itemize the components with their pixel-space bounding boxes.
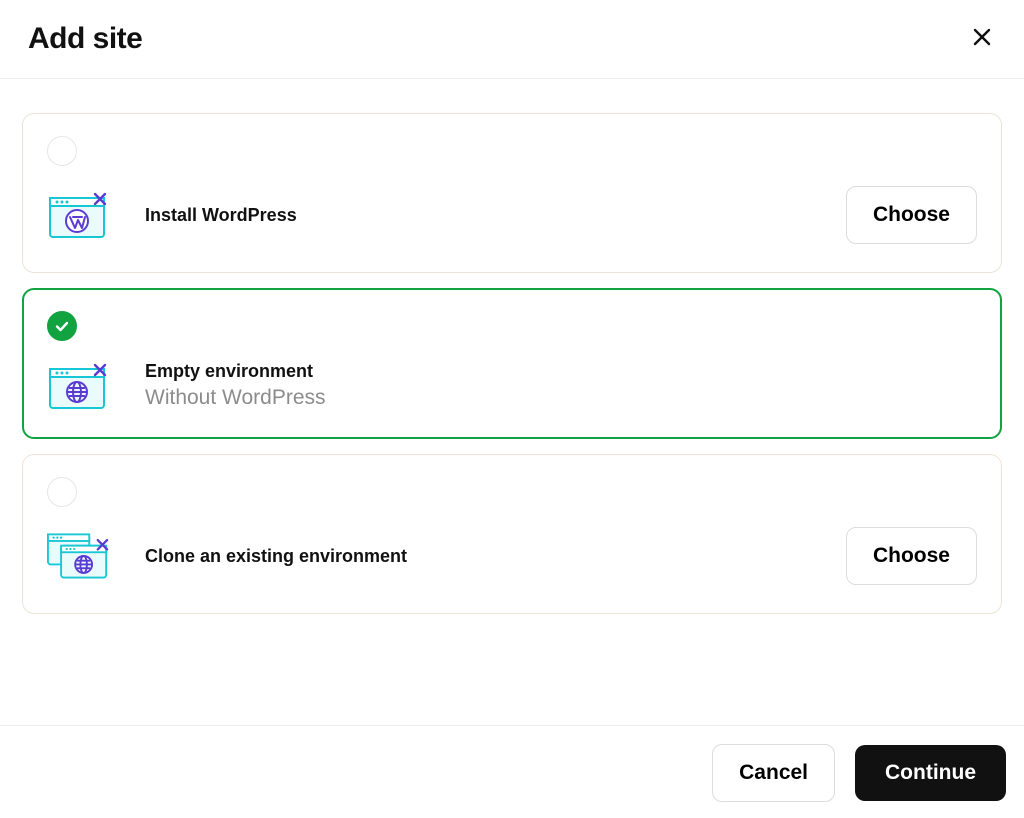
option-labels: Empty environment Without WordPress: [145, 361, 977, 410]
modal-header: Add site: [0, 0, 1024, 79]
add-site-modal: Add site: [0, 0, 1024, 818]
option-subtitle: Without WordPress: [145, 386, 977, 410]
option-row: Install WordPress Choose: [47, 186, 977, 244]
option-title: Clone an existing environment: [145, 546, 810, 567]
clone-browser-icon: [47, 531, 109, 581]
option-title: Empty environment: [145, 361, 977, 382]
close-icon: [973, 28, 991, 50]
option-clone-environment[interactable]: Clone an existing environment Choose: [22, 454, 1002, 614]
choose-button[interactable]: Choose: [846, 527, 977, 585]
modal-title: Add site: [28, 22, 142, 56]
option-labels: Clone an existing environment: [145, 546, 810, 567]
option-labels: Install WordPress: [145, 205, 810, 226]
option-install-wordpress[interactable]: Install WordPress Choose: [22, 113, 1002, 273]
wordpress-browser-icon: [47, 192, 109, 238]
empty-browser-icon: [47, 363, 109, 409]
option-row: Clone an existing environment Choose: [47, 527, 977, 585]
cancel-button[interactable]: Cancel: [712, 744, 835, 802]
modal-footer: Cancel Continue: [0, 725, 1024, 818]
option-title: Install WordPress: [145, 205, 810, 226]
option-row: Empty environment Without WordPress: [47, 361, 977, 410]
close-button[interactable]: [968, 25, 996, 53]
radio-checked[interactable]: [47, 311, 77, 341]
choose-button[interactable]: Choose: [846, 186, 977, 244]
modal-body: Install WordPress Choose: [0, 79, 1024, 725]
check-icon: [54, 318, 70, 334]
continue-button[interactable]: Continue: [855, 745, 1006, 801]
radio-unchecked[interactable]: [47, 136, 77, 166]
radio-unchecked[interactable]: [47, 477, 77, 507]
option-empty-environment[interactable]: Empty environment Without WordPress: [22, 288, 1002, 439]
